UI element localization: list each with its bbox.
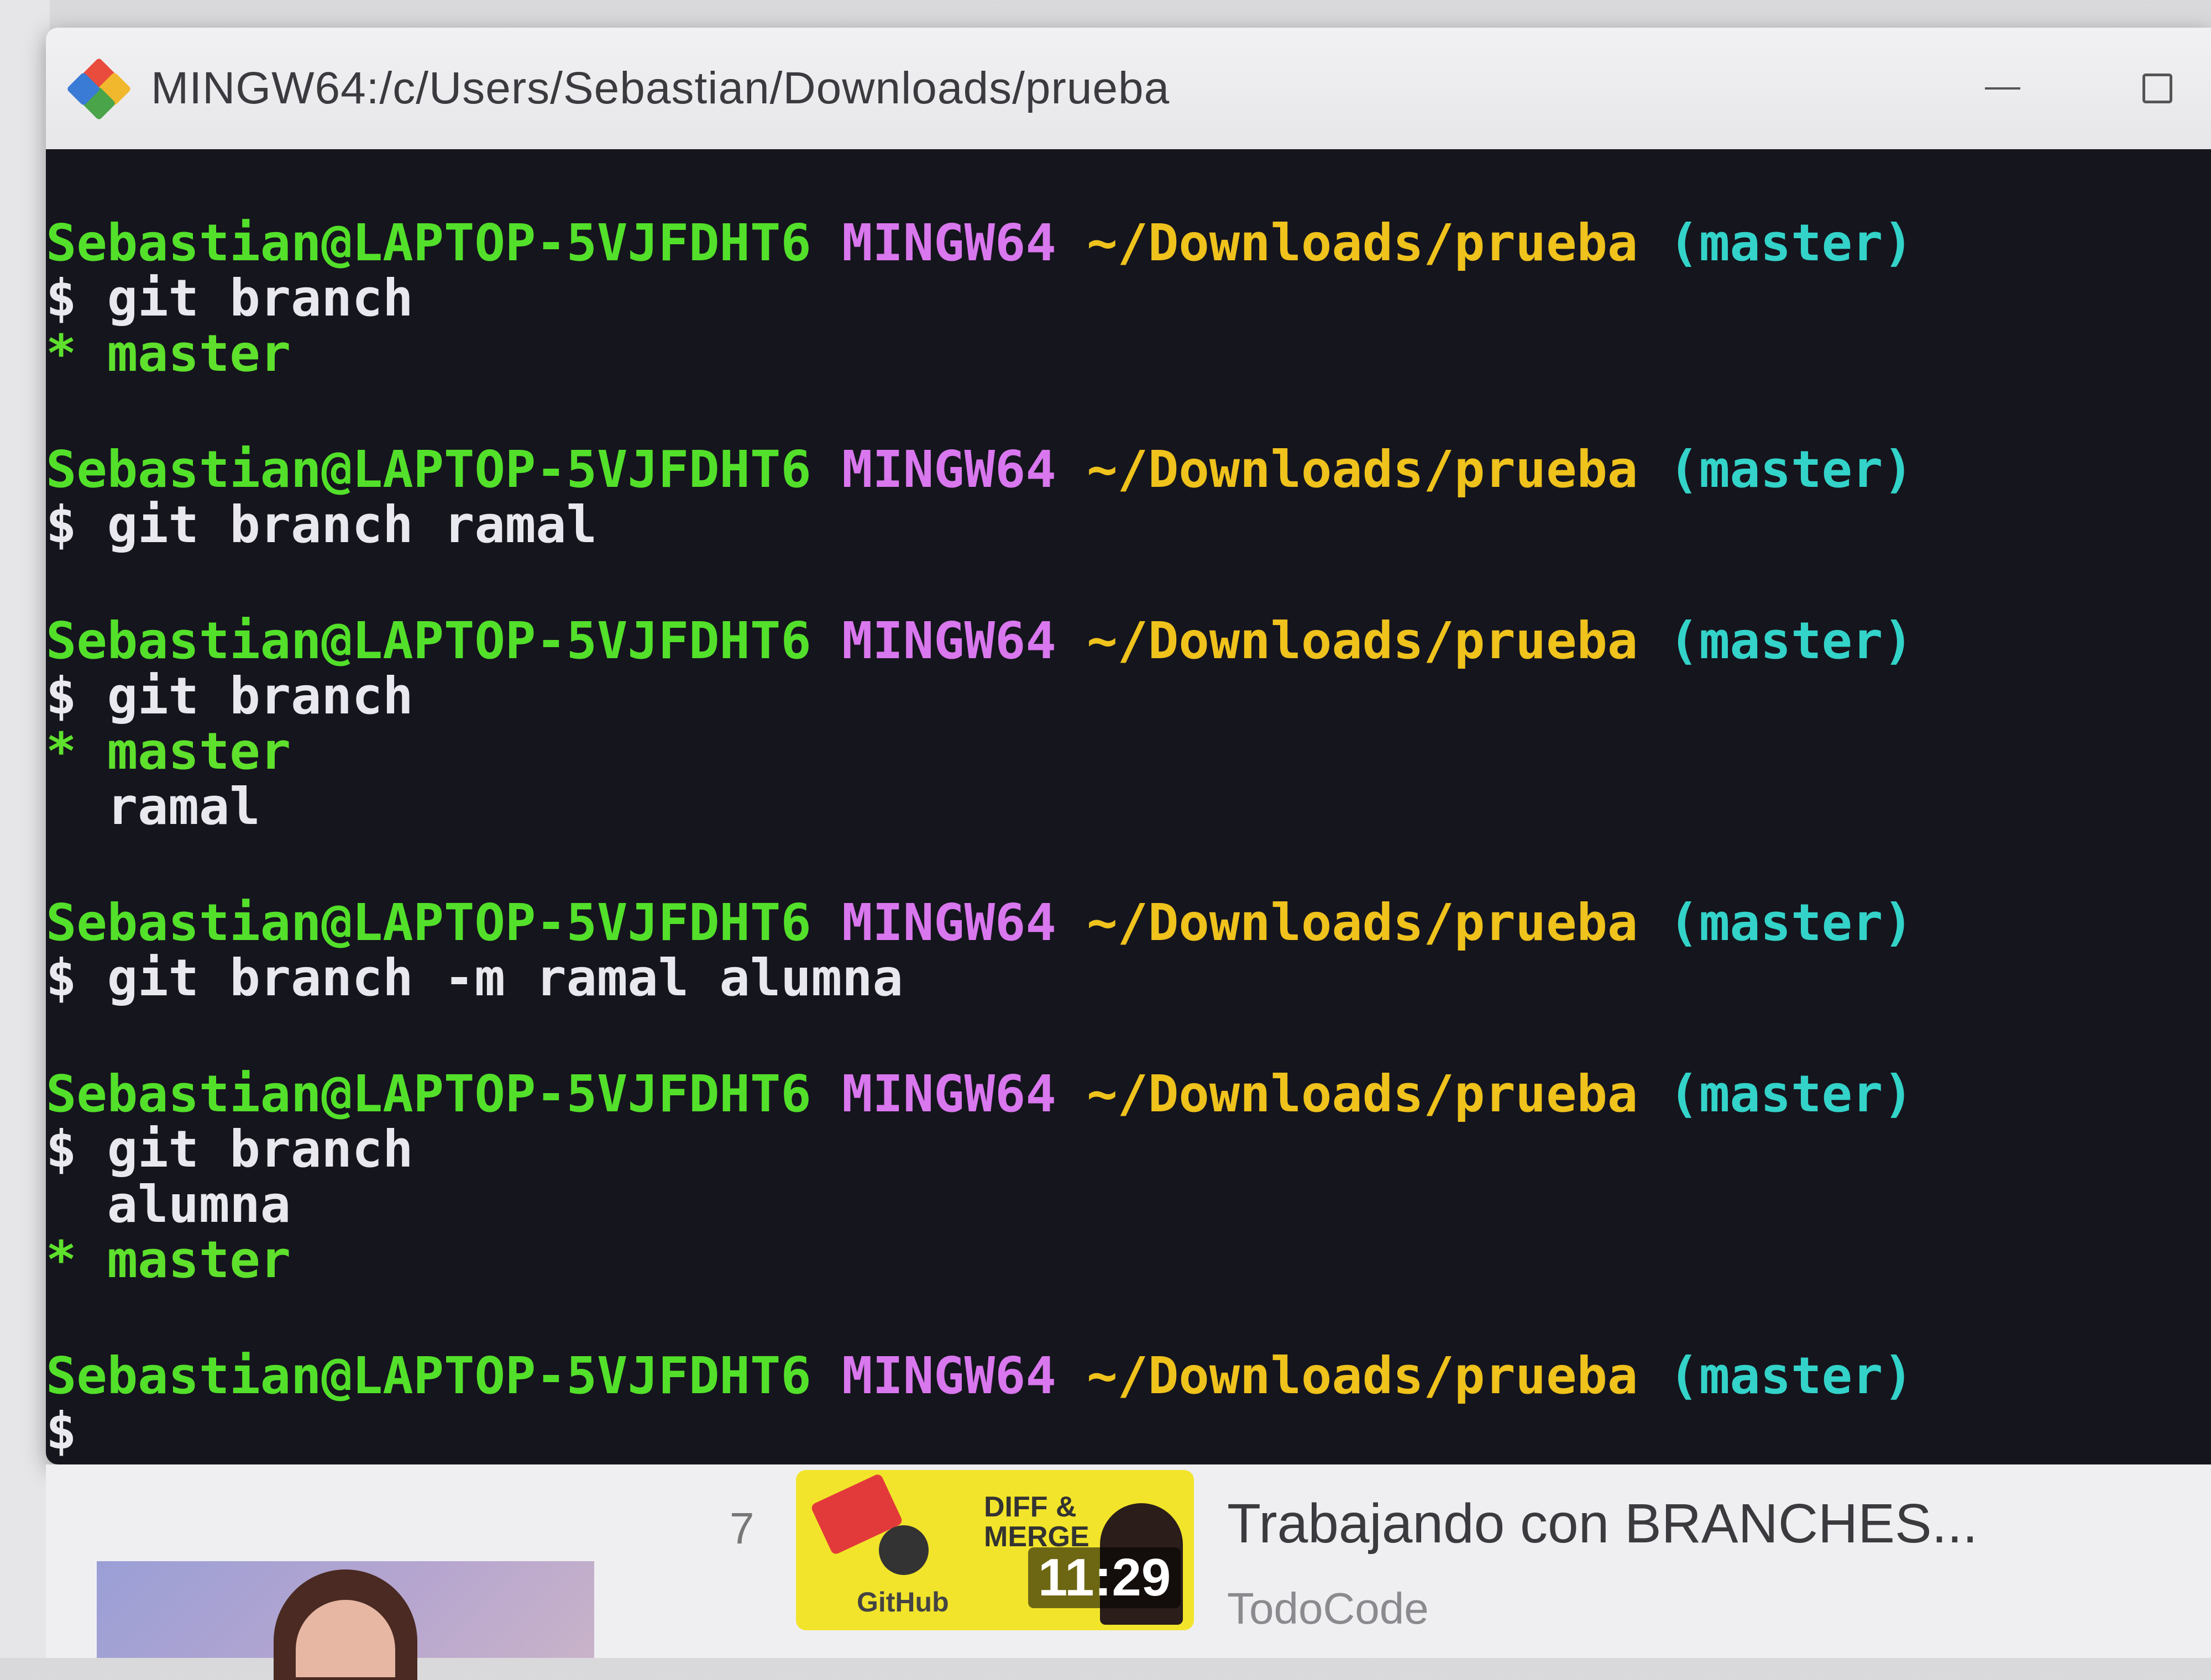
- prompt-branch: (master): [1668, 893, 1914, 952]
- prompt-line: Sebastian@LAPTOP-5VJFDHT6 MINGW64 ~/Down…: [46, 895, 2211, 951]
- minimize-icon: [1985, 87, 2020, 90]
- prompt-line: Sebastian@LAPTOP-5VJFDHT6 MINGW64 ~/Down…: [46, 1067, 2211, 1122]
- prompt-system: MINGW64: [842, 1346, 1056, 1405]
- prompt-system: MINGW64: [842, 893, 1056, 952]
- video-thumbnail-left[interactable]: [97, 1561, 594, 1680]
- title-bar[interactable]: MINGW64:/c/Users/Sebastian/Downloads/pru…: [46, 28, 2211, 149]
- prompt-user: Sebastian@LAPTOP-5VJFDHT6: [46, 440, 811, 499]
- prompt-path: ~/Downloads/prueba: [1087, 893, 1638, 952]
- prompt-user: Sebastian@LAPTOP-5VJFDHT6: [46, 611, 811, 670]
- prompt-branch: (master): [1668, 1346, 1914, 1405]
- git-bash-window: MINGW64:/c/Users/Sebastian/Downloads/pru…: [46, 28, 2211, 1464]
- prompt-branch: (master): [1668, 213, 1914, 272]
- prompt-system: MINGW64: [842, 611, 1056, 670]
- prompt-system: MINGW64: [842, 1064, 1056, 1124]
- thumbnail-badge: DIFF & MERGE: [984, 1491, 1089, 1553]
- current-branch-line: * master: [46, 1230, 291, 1289]
- prompt-line: Sebastian@LAPTOP-5VJFDHT6 MINGW64 ~/Down…: [46, 442, 2211, 497]
- command-line: $ git branch ramal: [46, 495, 597, 554]
- prompt-path: ~/Downloads/prueba: [1087, 1064, 1638, 1124]
- branch-line: ramal: [46, 777, 260, 836]
- prompt-path: ~/Downloads/prueba: [1087, 611, 1638, 670]
- input-cursor-line[interactable]: $: [46, 1404, 2211, 1459]
- maximize-button[interactable]: [2102, 28, 2211, 149]
- branch-line: alumna: [46, 1175, 291, 1234]
- prompt-branch: (master): [1668, 440, 1914, 499]
- git-bash-icon: [66, 57, 132, 121]
- prompt-user: Sebastian@LAPTOP-5VJFDHT6: [46, 213, 811, 272]
- prompt-user: Sebastian@LAPTOP-5VJFDHT6: [46, 1346, 811, 1405]
- thumbnail-github-label: GitHub: [857, 1587, 949, 1618]
- command-line: $ git branch: [46, 666, 413, 726]
- prompt-line: Sebastian@LAPTOP-5VJFDHT6 MINGW64 ~/Down…: [46, 216, 2211, 271]
- minimize-button[interactable]: [1920, 28, 2086, 149]
- prompt-branch: (master): [1668, 611, 1914, 670]
- prompt-user: Sebastian@LAPTOP-5VJFDHT6: [46, 1064, 811, 1124]
- video-duration: 11:29: [1028, 1547, 1181, 1608]
- command-line: $ git branch: [46, 269, 413, 328]
- prompt-line: Sebastian@LAPTOP-5VJFDHT6 MINGW64 ~/Down…: [46, 1348, 2211, 1404]
- prompt-line: Sebastian@LAPTOP-5VJFDHT6 MINGW64 ~/Down…: [46, 613, 2211, 669]
- github-octocat-icon: [879, 1525, 929, 1575]
- window-title: MINGW64:/c/Users/Sebastian/Downloads/pru…: [151, 63, 1170, 113]
- prompt-system: MINGW64: [842, 440, 1056, 499]
- video-title[interactable]: Trabajando con BRANCHES...: [1227, 1492, 1978, 1556]
- prompt-path: ~/Downloads/prueba: [1087, 1346, 1638, 1405]
- desktop-backdrop: [0, 0, 50, 1658]
- terminal-output[interactable]: Sebastian@LAPTOP-5VJFDHT6 MINGW64 ~/Down…: [46, 149, 2211, 1464]
- current-branch-line: * master: [46, 722, 291, 781]
- prompt-branch: (master): [1668, 1064, 1914, 1124]
- prompt-path: ~/Downloads/prueba: [1087, 213, 1638, 272]
- maximize-icon: [2142, 74, 2172, 103]
- prompt-user: Sebastian@LAPTOP-5VJFDHT6: [46, 893, 811, 952]
- current-branch-line: * master: [46, 324, 291, 383]
- prompt-path: ~/Downloads/prueba: [1087, 440, 1638, 499]
- prompt-system: MINGW64: [842, 213, 1056, 272]
- command-line: $ git branch -m ramal alumna: [46, 948, 903, 1007]
- command-line: $ git branch: [46, 1120, 413, 1179]
- video-index: 7: [730, 1504, 755, 1553]
- video-channel[interactable]: TodoCode: [1227, 1583, 1429, 1634]
